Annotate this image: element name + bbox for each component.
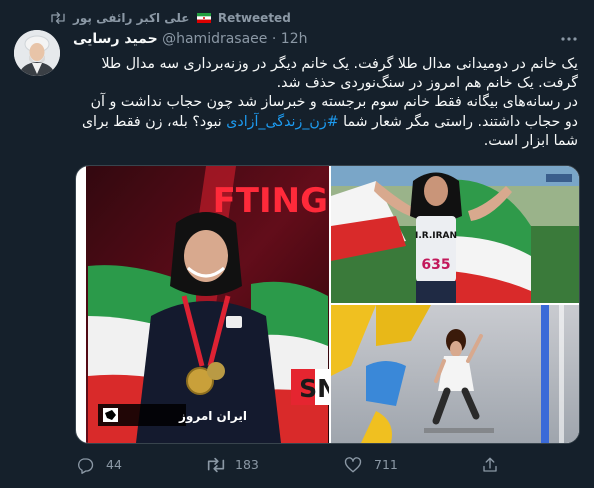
separator-dot: · <box>271 31 277 47</box>
banner-text: FTING <box>213 181 328 221</box>
share-icon <box>483 457 497 472</box>
retweet-action-icon <box>207 457 225 473</box>
bib-number: 635 <box>421 257 450 273</box>
like-count: 711 <box>374 457 398 472</box>
iran-flag-icon <box>196 13 211 23</box>
author-handle[interactable]: @hamidrasaee <box>162 31 267 47</box>
tweet-paragraph-2: در رسانه‌های بیگانه فقط خانم سوم برجسته … <box>73 93 578 151</box>
retweet-icon <box>51 12 65 24</box>
tweet-time[interactable]: 12h <box>281 31 308 47</box>
retweet-button[interactable]: 183 <box>205 454 285 476</box>
hashtag-link[interactable]: #زن_زندگی_آزادی <box>226 114 338 130</box>
retweeted-by-name[interactable]: علی اکبر رائفی پور <box>73 11 189 25</box>
bib-label: I.R.IRAN <box>415 231 457 241</box>
like-button[interactable]: 711 <box>344 454 414 476</box>
tweet-actions: 44 183 711 <box>0 454 594 476</box>
tweet-paragraph-1: یک خانم در دومیدانی مدال طلا گرفت. یک خا… <box>101 56 578 92</box>
retweeted-label: Retweeted <box>217 11 291 25</box>
reply-button[interactable]: 44 <box>76 454 146 476</box>
author-name[interactable]: حمید رسایی <box>73 31 158 47</box>
retweet-count: 183 <box>235 457 259 472</box>
climber-photo <box>331 305 579 443</box>
tweet-text: یک خانم در دومیدانی مدال طلا گرفت. یک خا… <box>73 55 578 151</box>
reply-count: 44 <box>106 457 122 472</box>
share-button[interactable] <box>481 454 503 476</box>
runner-photo: I.R.IRAN 635 <box>331 166 579 303</box>
author-avatar[interactable] <box>14 30 60 76</box>
avatar-image <box>14 30 60 76</box>
weightlifter-photo: FTING ایران امروز SNN TV <box>86 166 370 443</box>
retweet-context: علی اکبر رائفی پور Retweeted <box>0 9 594 29</box>
media-source-tag: ایران امروز <box>178 409 247 424</box>
more-options-icon[interactable] <box>560 34 578 44</box>
tweet-media[interactable]: FTING ایران امروز SNN TV <box>75 165 580 444</box>
heart-icon <box>344 457 362 473</box>
tweet-header: حمید رسایی @hamidrasaee · 12h <box>73 31 307 51</box>
reply-icon <box>78 458 94 474</box>
